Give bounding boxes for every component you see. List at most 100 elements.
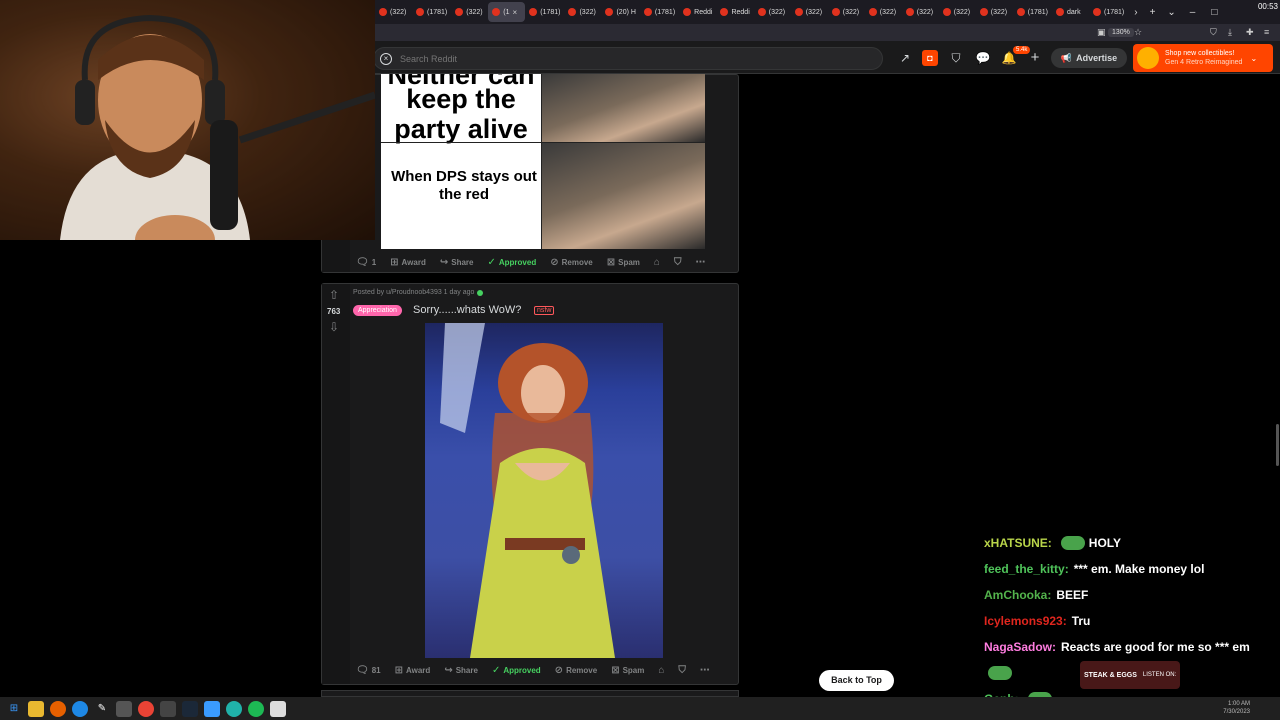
minimize-icon[interactable]: – — [1190, 7, 1196, 18]
spotify-icon[interactable] — [248, 700, 264, 717]
new-tab-button[interactable]: + — [1150, 7, 1156, 18]
award-button[interactable]: ⊞ Award — [390, 257, 426, 268]
windows-start-icon[interactable]: ⊞ — [6, 701, 22, 717]
browser-tab[interactable]: (322) — [564, 2, 601, 22]
browser-tab[interactable]: (20) H — [601, 2, 639, 22]
chat-icon[interactable]: 💬 — [975, 50, 991, 66]
meme-image[interactable]: Neither can keep the party alive When DP… — [381, 74, 705, 249]
chat-username[interactable]: feed_the_kitty: — [984, 562, 1069, 576]
post-title[interactable]: Sorry......whats WoW? — [413, 304, 521, 316]
browser-tab[interactable]: Reddi — [679, 2, 716, 22]
app-icon[interactable] — [160, 700, 176, 717]
browser-tab[interactable]: (322) — [754, 2, 791, 22]
award-button[interactable]: ⊞ Award — [395, 665, 431, 676]
bookmark-star-icon[interactable]: ☆ — [1134, 27, 1142, 38]
mod-icon[interactable]: ◘ — [922, 50, 938, 66]
chevron-down-icon[interactable]: ⌄ — [1167, 7, 1175, 18]
chat-username[interactable]: NagaSadow: — [984, 640, 1056, 654]
browser-tab[interactable]: (322) — [902, 2, 939, 22]
app-icon[interactable] — [270, 700, 286, 717]
app-icon[interactable]: ✎ — [94, 701, 110, 717]
tab-favicon-icon — [757, 8, 766, 16]
post-image[interactable] — [425, 323, 663, 658]
remove-button[interactable]: ⊘ Remove — [550, 257, 593, 268]
mod-shield-button[interactable]: ⛉ — [678, 665, 686, 676]
menu-icon[interactable]: ≡ — [1264, 27, 1269, 37]
page-icon[interactable]: ▣ — [1097, 27, 1106, 38]
browser-tab[interactable]: (1781) — [640, 2, 679, 22]
browser-tab[interactable]: (322) — [828, 2, 865, 22]
clear-search-icon[interactable]: × — [380, 52, 392, 65]
close-tab-icon[interactable]: × — [512, 8, 517, 17]
promo-line-1: Shop new collectibles! — [1165, 50, 1235, 57]
shop-promo-button[interactable]: Shop new collectibles! Gen 4 Retro Reima… — [1133, 44, 1273, 72]
spam-button[interactable]: ⊠ Spam — [607, 257, 640, 268]
share-button[interactable]: ↪ Share — [440, 257, 474, 268]
share-button[interactable]: ↪ Share — [444, 665, 478, 676]
maximize-icon[interactable]: □ — [1211, 7, 1217, 18]
upvote-icon[interactable]: ⇧ — [329, 288, 339, 302]
system-time: 1:00 AM — [1227, 701, 1250, 707]
steam-icon[interactable] — [182, 700, 198, 717]
tab-label: (322) — [990, 8, 1008, 16]
create-post-icon[interactable]: + — [1027, 50, 1043, 66]
downvote-icon[interactable]: ⇩ — [329, 320, 339, 334]
zoom-level[interactable]: 130% — [1108, 28, 1134, 37]
browser-tab[interactable]: (322) — [791, 2, 828, 22]
chat-username[interactable]: AmChooka: — [984, 588, 1051, 602]
more-options-button[interactable]: ⋯ — [695, 257, 705, 268]
browser-tab[interactable]: (322) — [976, 2, 1013, 22]
tag-button[interactable]: ⌂ — [654, 257, 660, 268]
browser-tab[interactable]: (1781) — [1013, 2, 1052, 22]
shield-icon[interactable]: ⛉ — [1210, 27, 1217, 38]
chevron-down-icon[interactable]: ⌄ — [1250, 54, 1257, 63]
remove-button[interactable]: ⊘ Remove — [555, 665, 598, 676]
browser-tab[interactable]: (1781) — [1089, 2, 1128, 22]
browser-tab[interactable]: (322) — [451, 2, 488, 22]
comments-button[interactable]: 🗨 1 — [356, 257, 376, 268]
spam-button[interactable]: ⊠ Spam — [611, 665, 644, 676]
approved-label: Approved — [498, 258, 537, 267]
chat-username[interactable]: Icylemons923: — [984, 614, 1067, 628]
browser-tab[interactable]: (322) — [939, 2, 976, 22]
tag-icon: ⌂ — [658, 665, 665, 676]
post-flair[interactable]: Appreciation — [353, 305, 402, 316]
tab-favicon-icon — [1092, 8, 1101, 16]
scrollbar[interactable] — [1276, 424, 1279, 466]
back-to-top-button[interactable]: Back to Top — [819, 670, 894, 691]
search-bar[interactable]: × — [373, 47, 883, 70]
extension-icon[interactable]: ✚ — [1246, 27, 1254, 38]
post-meta-text[interactable]: Posted by u/Proudnoob4393 1 day ago — [353, 289, 474, 296]
remove-label: Remove — [566, 666, 598, 675]
firefox-icon[interactable] — [50, 700, 66, 717]
browser-tab[interactable]: (1 × — [488, 2, 526, 22]
app-icon[interactable] — [226, 700, 242, 717]
popular-icon[interactable]: ↗ — [897, 50, 913, 66]
mod-shield-button[interactable]: ⛉ — [674, 257, 682, 268]
file-explorer-icon[interactable] — [28, 700, 44, 717]
download-icon[interactable]: ⤓ — [1228, 27, 1232, 38]
browser-tab[interactable]: dark — [1052, 2, 1089, 22]
browser-tab[interactable]: (1781) — [412, 2, 451, 22]
megaphone-icon: 📢 — [1060, 52, 1073, 63]
browser-tab[interactable]: Reddi — [716, 2, 753, 22]
approved-button[interactable]: ✓ Approved — [492, 665, 541, 676]
chevron-right-icon[interactable]: › — [1134, 7, 1137, 18]
comment-count: 1 — [371, 258, 377, 267]
app-icon[interactable] — [204, 700, 220, 717]
more-options-button[interactable]: ⋯ — [700, 665, 710, 676]
search-input[interactable] — [400, 53, 700, 64]
browser-tab[interactable]: (1781) — [525, 2, 564, 22]
chrome-icon[interactable] — [138, 700, 154, 717]
browser-tab[interactable]: (322) — [375, 2, 412, 22]
tab-label: (1781) — [1103, 8, 1125, 16]
app-icon[interactable] — [116, 700, 132, 717]
shield-icon[interactable]: ⛉ — [948, 50, 964, 66]
app-icon[interactable] — [72, 700, 88, 717]
advertise-button[interactable]: 📢 Advertise — [1051, 48, 1127, 68]
comments-button[interactable]: 🗨 81 — [356, 665, 381, 676]
browser-tab[interactable]: (322) — [865, 2, 902, 22]
approved-button[interactable]: ✓ Approved — [487, 257, 536, 268]
chat-username[interactable]: xHATSUNE: — [984, 536, 1052, 550]
tag-button[interactable]: ⌂ — [658, 665, 664, 676]
